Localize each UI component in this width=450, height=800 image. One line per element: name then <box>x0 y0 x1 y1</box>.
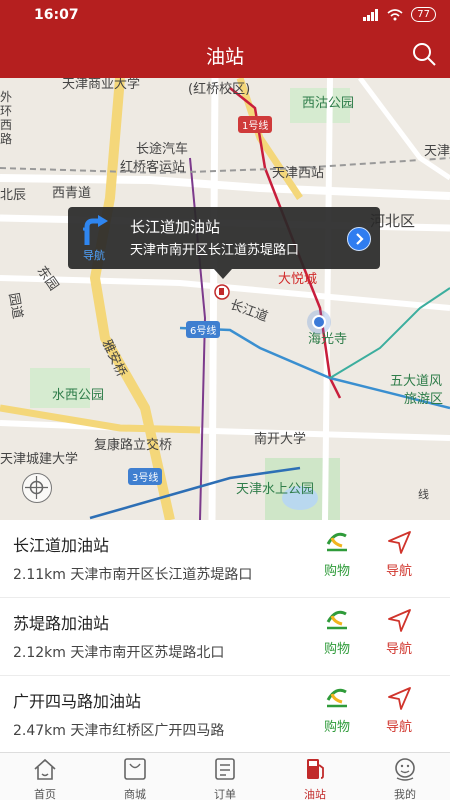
navigate-label: 导航 <box>385 564 412 579</box>
map-label-line-edge: 线 <box>418 488 429 501</box>
map-view[interactable]: 天津商业大学 (红桥校区) 西沽公园 外环西路 1号线 天津 长途汽车 红桥客运… <box>0 78 450 520</box>
shop-label: 购物 <box>323 720 350 735</box>
status-time: 16:07 <box>34 7 79 23</box>
my-location-marker <box>307 310 331 334</box>
navigate-button[interactable]: 导航 <box>378 686 420 735</box>
map-label-waihuan: 外环西路 <box>0 90 13 146</box>
battery-indicator: 77 <box>411 7 436 22</box>
tab-home-label: 首页 <box>34 788 56 800</box>
profile-icon <box>395 758 415 781</box>
navigate-arrow-icon <box>388 687 411 710</box>
map-label-tianjin-shangye: 天津商业大学 <box>62 78 141 92</box>
station-name: 广开四马路加油站 <box>13 692 142 711</box>
map-label-changtu-1: 长途汽车 <box>136 142 189 157</box>
navigate-arrow-icon <box>388 531 411 554</box>
navigate-button[interactable]: 导航 <box>378 608 420 657</box>
chevron-right-icon <box>356 233 364 245</box>
tab-orders-label: 订单 <box>214 788 236 800</box>
map-label-tianjin: 天津 <box>424 144 450 159</box>
bag-icon <box>124 758 146 780</box>
turn-arrow-icon <box>82 215 108 245</box>
map-line-6-badge: 6号线 <box>186 321 221 338</box>
map-label-hongqiao-xiaoqu: (红桥校区) <box>188 82 251 97</box>
map-label-wudadao-2: 旅游区 <box>404 392 444 407</box>
shop-label: 购物 <box>323 642 350 657</box>
navigate-label: 导航 <box>385 642 412 657</box>
map-label-changtu-2: 红桥客运站 <box>120 160 186 175</box>
shop-button[interactable]: 购物 <box>316 686 358 735</box>
tab-mall[interactable]: 商城 <box>90 753 180 800</box>
signal-icon <box>363 8 379 21</box>
map-label-nankai-uni: 南开大学 <box>254 432 307 447</box>
map-label-joy-city: 大悦城 <box>278 272 318 287</box>
bottom-tab-bar: 首页 商城 订单 油站 我的 <box>0 752 450 800</box>
navigate-button[interactable]: 导航 <box>378 530 420 579</box>
station-detail: 2.11km 天津市南开区长江道苏堤路口 <box>13 567 253 583</box>
popup-detail-button[interactable] <box>347 227 371 251</box>
map-label-tianjin-west: 天津西站 <box>272 166 325 181</box>
gas-station-marker-icon[interactable] <box>214 284 230 300</box>
locate-me-button[interactable] <box>22 473 52 503</box>
page-title: 油站 <box>205 46 244 68</box>
station-item[interactable]: 广开四马路加油站 2.47km 天津市红桥区广开四马路 购物 导航 <box>0 676 450 754</box>
tab-mall-label: 商城 <box>124 788 146 800</box>
wifi-icon <box>387 8 403 20</box>
station-popup[interactable]: 导航 长江道加油站 天津市南开区长江道苏堤路口 <box>68 207 380 279</box>
popup-navigate-button[interactable]: 导航 <box>78 215 118 263</box>
station-detail: 2.47km 天津市红桥区广开四马路 <box>13 723 225 739</box>
map-line-1-badge: 1号线 <box>238 116 273 133</box>
tab-home[interactable]: 首页 <box>0 753 90 800</box>
status-bar: 16:07 77 <box>0 0 450 30</box>
crosshair-icon <box>25 476 48 499</box>
shop-button[interactable]: 购物 <box>316 608 358 657</box>
tab-fuel-station[interactable]: 油站 <box>270 753 360 800</box>
map-label-wudadao-1: 五大道风 <box>390 374 443 389</box>
station-item[interactable]: 苏堤路加油站 2.12km 天津市南开区苏堤路北口 购物 导航 <box>0 598 450 676</box>
navigate-arrow-icon <box>388 609 411 632</box>
map-label-xigu-park: 西沽公园 <box>302 96 355 111</box>
popup-nav-label: 导航 <box>83 249 105 262</box>
map-label-shuishang-park: 天津水上公园 <box>236 482 315 497</box>
map-label-fukang-bridge: 复康路立交桥 <box>94 438 173 453</box>
station-detail: 2.12km 天津市南开区苏堤路北口 <box>13 645 225 661</box>
station-item[interactable]: 长江道加油站 2.11km 天津市南开区长江道苏堤路口 购物 导航 <box>0 520 450 598</box>
shopping-leaf-icon <box>326 610 347 630</box>
map-label-shuixi-park: 水西公园 <box>52 388 105 403</box>
status-icons: 77 <box>363 7 436 22</box>
header-bar: 油站 <box>0 30 450 78</box>
fuel-icon <box>307 759 324 779</box>
tab-fuel-station-label: 油站 <box>304 788 326 800</box>
station-name: 苏堤路加油站 <box>13 614 110 633</box>
search-icon[interactable] <box>410 40 438 68</box>
shopping-leaf-icon <box>326 688 347 708</box>
shop-label: 购物 <box>323 564 350 579</box>
popup-station-name: 长江道加油站 <box>130 218 221 236</box>
tab-profile-label: 我的 <box>394 788 416 800</box>
shopping-leaf-icon <box>326 532 347 552</box>
map-label-chengjian-uni: 天津城建大学 <box>0 452 79 467</box>
map-line-3-badge: 3号线 <box>128 468 163 485</box>
map-label-xiqing-road: 西青道 <box>52 186 92 201</box>
tab-profile[interactable]: 我的 <box>360 753 450 800</box>
map-label-beichen: 北辰 <box>0 188 27 203</box>
navigate-label: 导航 <box>385 720 412 735</box>
home-icon <box>34 758 56 780</box>
shop-button[interactable]: 购物 <box>316 530 358 579</box>
station-name: 长江道加油站 <box>13 536 110 555</box>
tab-orders[interactable]: 订单 <box>180 753 270 800</box>
app-root: 16:07 77 油站 天津商业大学 (红桥校区) 西沽公园 外环西路 1号线 … <box>0 0 450 800</box>
order-icon <box>215 758 235 780</box>
station-list: 长江道加油站 2.11km 天津市南开区长江道苏堤路口 购物 导航 苏堤路加油站… <box>0 520 450 754</box>
popup-station-address: 天津市南开区长江道苏堤路口 <box>130 243 300 258</box>
